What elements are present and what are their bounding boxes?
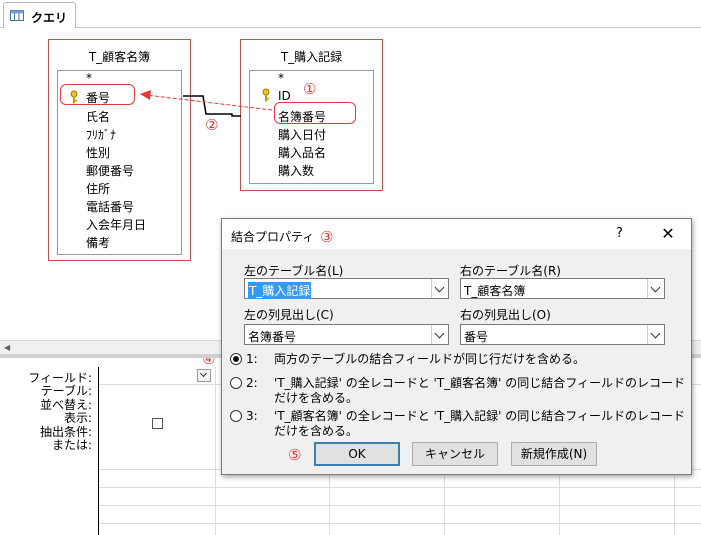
grid-label-show: 表示: [63,411,92,426]
field-item[interactable]: 住所 [86,180,110,197]
field-item[interactable]: ID [278,89,291,103]
query-icon [10,10,24,21]
left-table-label: 左のテーブル名(L) [244,264,344,278]
scroll-left-icon[interactable]: ◀ [4,343,14,353]
highlight-key-field [60,84,135,105]
grid-label-table: テーブル: [40,384,92,399]
option-text: 'T_顧客名簿' の全レコードと 'T_購入記録' の同じ結合フィールドのレコー… [274,409,686,438]
query-tab[interactable]: クエリ1 [3,2,76,40]
new-button[interactable]: 新規作成(N) [511,442,597,466]
document-tab-bar: クエリ1 [0,0,701,40]
field-item[interactable]: 購入日付 [278,126,326,143]
field-item[interactable]: 入会年月日 [86,216,146,233]
right-column-select[interactable]: 番号 [460,324,665,345]
grid-row-labels: フィールド: テーブル: 並べ替え: 表示: 抽出条件: または: [0,371,92,453]
field-item[interactable]: 郵便番号 [86,162,134,179]
help-icon[interactable]: ? [616,226,623,241]
table-title: T_顧客名簿 [88,50,151,64]
right-table-label: 右のテーブル名(R) [460,264,561,278]
dialog-title: 結合プロパティ [231,230,315,244]
table-window-customers[interactable]: T_顧客名簿 * 番号 氏名 ﾌﾘｶﾞﾅ 性別 郵便番号 住所 電話番号 入会年… [48,39,191,261]
table-title: T_購入記録 [280,50,343,64]
cancel-button[interactable]: キャンセル [412,442,498,466]
field-item[interactable]: 備考 [86,234,110,251]
grid-label-or: または: [51,438,92,453]
option-number: 1: [246,352,258,366]
left-column-select[interactable]: 名簿番号 [244,324,449,345]
close-icon[interactable]: ✕ [655,223,681,245]
field-item[interactable]: * [86,71,92,85]
left-table-value: T_購入記録 [248,282,312,299]
field-dropdown[interactable] [197,369,211,382]
grid-label-sort: 並べ替え: [39,397,92,412]
left-table-select[interactable]: T_購入記録 [244,278,449,299]
option-text: 'T_購入記録' の全レコードと 'T_顧客名簿' の同じ結合フィールドのレコー… [274,376,686,405]
show-checkbox[interactable] [152,418,163,429]
annotation-number-3: ③ [320,228,334,246]
left-column-value: 名簿番号 [248,330,297,344]
highlight-foreign-field [274,102,356,124]
field-item[interactable]: ﾌﾘｶﾞﾅ [86,126,116,143]
chevron-down-icon[interactable] [647,325,664,344]
annotation-number-2: ② [205,116,219,134]
ok-button[interactable]: OK [314,442,400,466]
radio-button[interactable] [230,410,242,422]
chevron-down-icon[interactable] [431,279,448,298]
annotation-number-1: ① [303,80,317,98]
option-number: 2: [246,376,258,390]
left-column-label: 左の列見出し(C) [244,308,334,322]
field-item[interactable]: 電話番号 [86,198,134,215]
dialog-titlebar[interactable]: 結合プロパティ ? ✕ [222,219,691,249]
annotation-number-5: ⑤ [288,446,302,464]
field-item[interactable]: 性別 [86,144,110,161]
right-column-value: 番号 [464,330,489,344]
field-item[interactable]: 氏名 [86,108,110,125]
field-item[interactable]: 購入品名 [278,144,326,161]
grid-label-criteria: 抽出条件: [39,424,92,439]
field-item[interactable]: * [278,71,284,85]
radio-button[interactable] [230,377,242,389]
option-text: 両方のテーブルの結合フィールドが同じ行だけを含める。 [274,352,586,366]
join-option-3[interactable]: 3: 'T_顧客名簿' の全レコードと 'T_購入記録' の同じ結合フィールドの… [230,409,690,439]
right-table-select[interactable]: T_顧客名簿 [460,278,665,299]
join-option-2[interactable]: 2: 'T_購入記録' の全レコードと 'T_顧客名簿' の同じ結合フィールドの… [230,376,690,406]
chevron-down-icon[interactable] [647,279,664,298]
right-column-label: 右の列見出し(O) [460,308,551,322]
key-icon [262,88,270,102]
right-table-value: T_顧客名簿 [464,284,526,298]
radio-button[interactable] [230,353,242,365]
join-option-1[interactable]: 1: 両方のテーブルの結合フィールドが同じ行だけを含める。 [230,352,690,368]
option-number: 3: [246,409,258,423]
join-properties-dialog: 結合プロパティ ? ✕ 左のテーブル名(L) T_購入記録 右のテーブル名(R)… [221,218,692,475]
field-item[interactable]: 購入数 [278,162,314,179]
chevron-down-icon[interactable] [431,325,448,344]
